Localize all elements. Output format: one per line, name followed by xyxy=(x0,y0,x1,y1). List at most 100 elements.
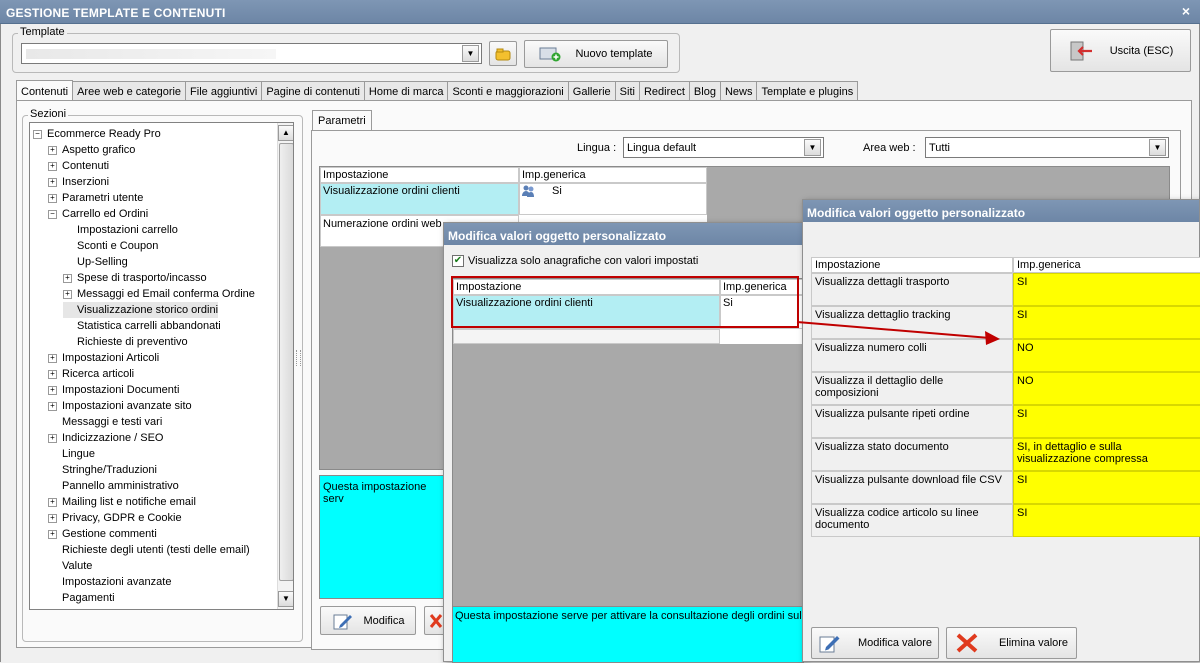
dialog1-new-row[interactable] xyxy=(453,329,720,344)
tab-template-plugins[interactable]: Template e plugins xyxy=(756,81,859,100)
dialog2-row-value[interactable]: SI xyxy=(1013,273,1200,306)
delete-value-button[interactable]: Elimina valore xyxy=(946,627,1077,659)
tab-news[interactable]: News xyxy=(719,81,758,100)
tree-item[interactable]: Impostazioni carrello xyxy=(63,222,178,238)
expand-icon[interactable]: + xyxy=(48,385,57,395)
expand-icon[interactable]: + xyxy=(48,369,57,379)
tab-aree-web[interactable]: Aree web e categorie xyxy=(72,81,187,100)
tree-item[interactable]: + Ricerca articoli xyxy=(48,366,134,382)
expand-icon[interactable]: + xyxy=(48,193,57,203)
expand-icon[interactable]: + xyxy=(48,145,57,155)
tab-contenuti[interactable]: Contenuti xyxy=(16,80,74,101)
dialog2-row-value[interactable]: SI xyxy=(1013,405,1200,438)
params-row-name[interactable]: Visualizzazione ordini clienti xyxy=(320,183,519,215)
delete-x-icon xyxy=(956,633,978,653)
filter-checkbox[interactable]: ✔ xyxy=(452,255,464,267)
collapse-icon[interactable]: − xyxy=(33,129,42,139)
expand-icon[interactable]: + xyxy=(48,433,57,443)
dialog2-row-value[interactable]: NO xyxy=(1013,372,1200,405)
tree-item[interactable]: + Parametri utente xyxy=(48,190,143,206)
modify-button[interactable]: Modifica xyxy=(320,606,416,635)
tree-item[interactable]: + Contenuti xyxy=(48,158,109,174)
dialog2-row-value[interactable]: SI xyxy=(1013,504,1200,537)
close-icon[interactable]: × xyxy=(1182,3,1190,19)
tree-item[interactable]: Stringhe/Traduzioni xyxy=(48,462,157,478)
expand-icon[interactable]: + xyxy=(63,273,72,283)
dialog2-row-name[interactable]: Visualizza stato documento xyxy=(811,438,1013,471)
collapse-icon[interactable]: − xyxy=(48,209,57,219)
tree-item[interactable]: Visualizzazione storico ordini xyxy=(63,302,219,318)
template-select[interactable]: ▼ xyxy=(21,43,482,64)
expand-icon[interactable]: + xyxy=(48,161,57,171)
exit-button[interactable]: Uscita (ESC) xyxy=(1050,29,1191,72)
tab-home-marca[interactable]: Home di marca xyxy=(363,81,449,100)
expand-icon[interactable]: + xyxy=(48,513,57,523)
params-row-value[interactable]: Si xyxy=(519,183,707,215)
tree-item[interactable]: Richieste degli utenti (testi delle emai… xyxy=(48,542,250,558)
tree-item[interactable]: Sconti e Coupon xyxy=(63,238,158,254)
expand-icon[interactable]: + xyxy=(48,497,57,507)
dialog2-row-name[interactable]: Visualizza il dettaglio delle composizio… xyxy=(811,372,1013,405)
tree-item[interactable]: + Impostazioni avanzate sito xyxy=(48,398,192,414)
dialog2-row-name[interactable]: Visualizza pulsante download file CSV xyxy=(811,471,1013,504)
area-web-select[interactable]: Tutti ▼ xyxy=(925,137,1169,158)
tree-item[interactable]: Messaggi e testi vari xyxy=(48,414,162,430)
tree-item[interactable]: Impostazioni avanzate xyxy=(48,574,171,590)
tree-item[interactable]: − Carrello ed Ordini xyxy=(48,206,148,222)
sections-tree[interactable]: − Ecommerce Ready Pro + Aspetto grafico + Con… xyxy=(29,122,294,610)
expand-icon[interactable]: + xyxy=(48,177,57,187)
tree-item[interactable]: + Indicizzazione / SEO xyxy=(48,430,164,446)
tree-item[interactable]: + Gestione commenti xyxy=(48,526,157,542)
tab-gallerie[interactable]: Gallerie xyxy=(567,81,616,100)
tree-scrollbar[interactable]: ▲ ▼ xyxy=(277,123,293,609)
lingua-label: Lingua : xyxy=(577,142,617,154)
new-template-button[interactable]: Nuovo template xyxy=(524,40,668,68)
lingua-select[interactable]: Lingua default ▼ xyxy=(623,137,824,158)
dialog2-row-value[interactable]: SI xyxy=(1013,306,1200,339)
dialog2-row-name[interactable]: Visualizza dettagli trasporto xyxy=(811,273,1013,306)
edit-icon xyxy=(333,614,352,629)
dialog2-row-name[interactable]: Visualizza pulsante ripeti ordine xyxy=(811,405,1013,438)
tree-item[interactable]: + Privacy, GDPR e Cookie xyxy=(48,510,182,526)
tree-item[interactable]: + Impostazioni Documenti xyxy=(48,382,179,398)
tab-blog[interactable]: Blog xyxy=(688,81,721,100)
dialog2-row-value[interactable]: SI, in dettaglio e sulla visualizzazione… xyxy=(1013,438,1200,471)
tree-item[interactable]: + Mailing list e notifiche email xyxy=(48,494,196,510)
tab-sconti[interactable]: Sconti e maggiorazioni xyxy=(447,81,569,100)
tree-item[interactable]: Valute xyxy=(48,558,92,574)
dialog2-col-impostazione: Impostazione xyxy=(811,257,1013,273)
expand-icon[interactable]: + xyxy=(48,529,57,539)
scroll-up-icon[interactable]: ▲ xyxy=(278,125,293,141)
tree-item[interactable]: Up-Selling xyxy=(63,254,128,270)
chevron-down-icon[interactable]: ▼ xyxy=(462,45,479,62)
expand-icon[interactable]: + xyxy=(48,353,57,363)
tree-item[interactable]: + Inserzioni xyxy=(48,174,109,190)
tree-item[interactable]: Statistica carrelli abbandonati xyxy=(63,318,221,334)
tab-parametri[interactable]: Parametri xyxy=(312,110,372,130)
tree-item[interactable]: Lingue xyxy=(48,446,95,462)
tree-item[interactable]: Pagamenti xyxy=(48,590,115,606)
tab-redirect[interactable]: Redirect xyxy=(638,81,690,100)
open-folder-button[interactable] xyxy=(489,41,517,66)
tree-item[interactable]: Pannello amministrativo xyxy=(48,478,179,494)
expand-icon[interactable]: + xyxy=(48,401,57,411)
tree-item[interactable]: + Spese di trasporto/incasso xyxy=(63,270,207,286)
dialog2-row-name[interactable]: Visualizza codice articolo su linee docu… xyxy=(811,504,1013,537)
tree-item[interactable]: Richieste di preventivo xyxy=(63,334,188,350)
chevron-down-icon[interactable]: ▼ xyxy=(804,139,821,156)
dialog2-row-value[interactable]: NO xyxy=(1013,339,1200,372)
chevron-down-icon[interactable]: ▼ xyxy=(1149,139,1166,156)
scroll-thumb[interactable] xyxy=(279,143,293,581)
tab-file-aggiuntivi[interactable]: File aggiuntivi xyxy=(185,81,263,100)
tree-item[interactable]: + Aspetto grafico xyxy=(48,142,135,158)
tree-item[interactable]: + Messaggi ed Email conferma Ordine xyxy=(63,286,255,302)
tab-siti[interactable]: Siti xyxy=(614,81,640,100)
tree-item[interactable]: − Ecommerce Ready Pro xyxy=(33,126,161,142)
modify-value-button[interactable]: Modifica valore xyxy=(811,627,939,659)
splitter-handle[interactable] xyxy=(296,350,301,366)
tree-item[interactable]: + Impostazioni Articoli xyxy=(48,350,159,366)
tab-pagine-contenuti[interactable]: Pagine di contenuti xyxy=(261,81,365,100)
scroll-down-icon[interactable]: ▼ xyxy=(278,591,293,607)
dialog2-row-value[interactable]: SI xyxy=(1013,471,1200,504)
expand-icon[interactable]: + xyxy=(63,289,72,299)
